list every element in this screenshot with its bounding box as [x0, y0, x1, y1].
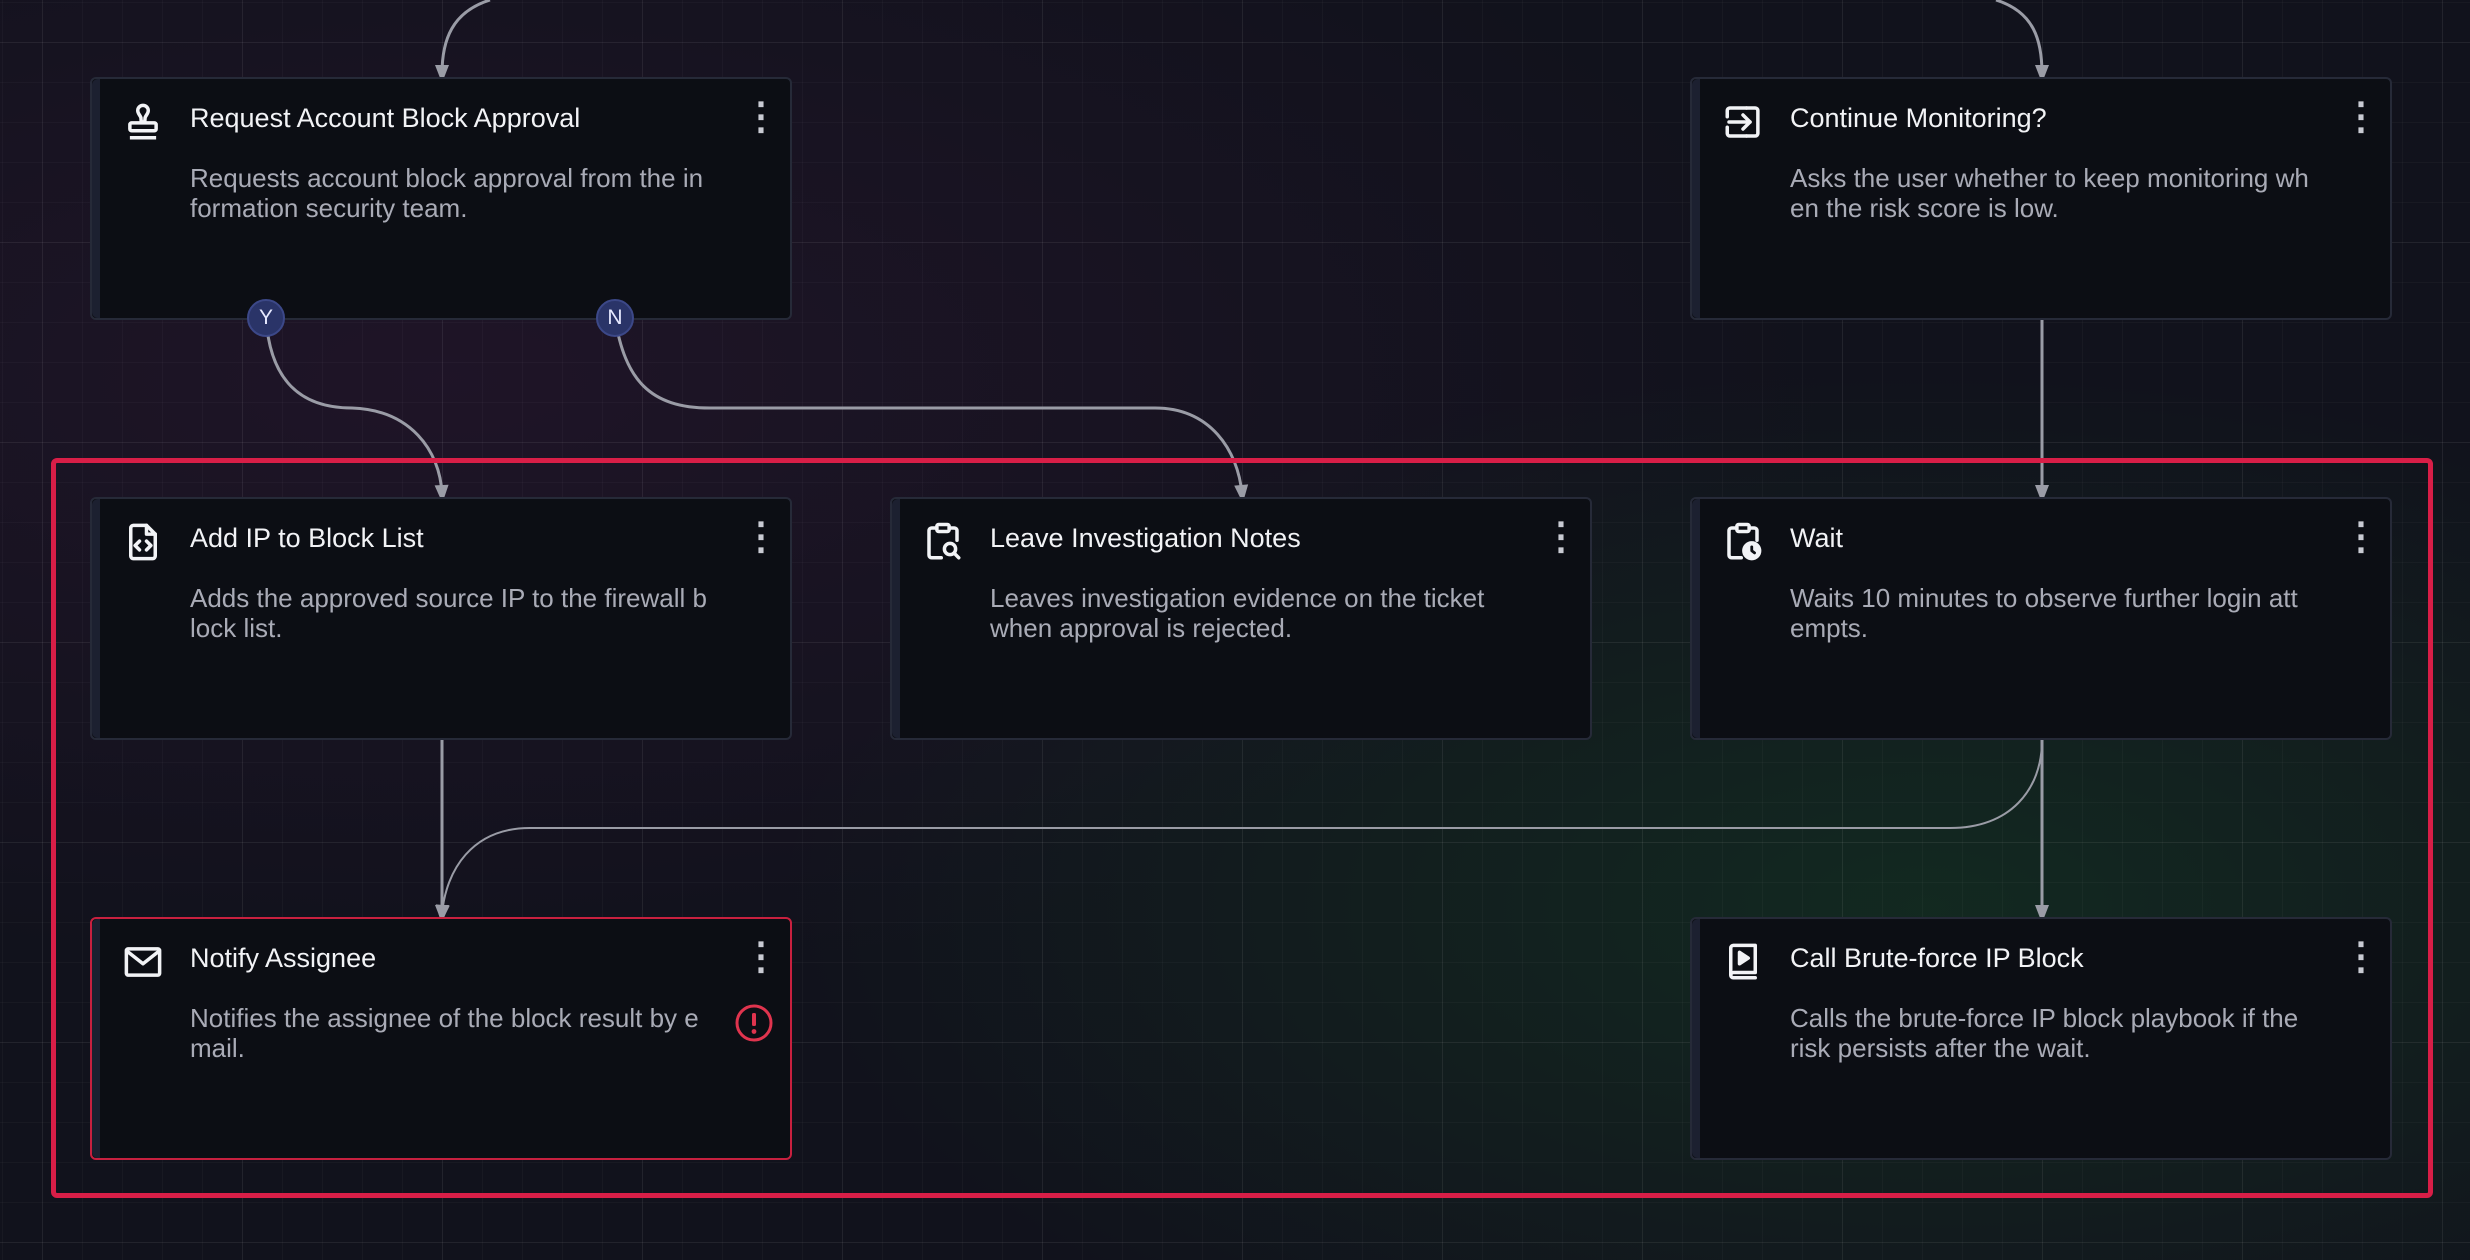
node-menu-button[interactable]: ⋮: [2342, 937, 2380, 981]
node-menu-button[interactable]: ⋮: [742, 97, 780, 141]
node-title: Continue Monitoring?: [1790, 103, 2047, 133]
node-add-ip-to-block-list[interactable]: Add IP to Block List Adds the approved s…: [90, 497, 792, 740]
stamp-icon: [122, 101, 164, 143]
error-alert-icon[interactable]: [734, 1003, 774, 1043]
edge-incoming-request: [435, 0, 491, 83]
node-menu-button[interactable]: ⋮: [2342, 97, 2380, 141]
code-file-icon: [122, 521, 164, 563]
node-description: Asks the user whether to keep monitoring…: [1790, 163, 2309, 223]
arrow-into-box-icon: [1722, 101, 1764, 143]
node-notify-assignee[interactable]: Notify Assignee Notifies the assignee of…: [90, 917, 792, 1160]
node-menu-button[interactable]: ⋮: [1542, 517, 1580, 561]
port-no[interactable]: N: [596, 299, 634, 337]
node-title: Add IP to Block List: [190, 523, 424, 553]
node-menu-button[interactable]: ⋮: [742, 517, 780, 561]
node-wait[interactable]: Wait Waits 10 minutes to observe further…: [1690, 497, 2392, 740]
node-title: Notify Assignee: [190, 943, 377, 973]
node-description: Requests account block approval from the…: [190, 163, 704, 223]
node-description: Leaves investigation evidence on the tic…: [990, 583, 1485, 643]
node-request-account-block-approval[interactable]: Request Account Block Approval Requests …: [90, 77, 792, 320]
node-menu-button[interactable]: ⋮: [2342, 517, 2380, 561]
node-call-brute-force-ip-block[interactable]: Call Brute-force IP Block Calls the brut…: [1690, 917, 2392, 1160]
node-leave-investigation-notes[interactable]: Leave Investigation Notes Leaves investi…: [890, 497, 1592, 740]
node-description: Calls the brute-force IP block playbook …: [1790, 1003, 2299, 1063]
port-yes[interactable]: Y: [247, 299, 285, 337]
node-description: Adds the approved source IP to the firew…: [190, 583, 707, 643]
node-title: Leave Investigation Notes: [990, 523, 1301, 553]
node-description: Waits 10 minutes to observe further logi…: [1790, 583, 2298, 643]
node-description: Notifies the assignee of the block resul…: [190, 1003, 699, 1063]
edge-incoming-monitoring: [1995, 0, 2049, 83]
envelope-icon: [122, 941, 164, 983]
node-continue-monitoring[interactable]: Continue Monitoring? Asks the user wheth…: [1690, 77, 2392, 320]
clipboard-clock-icon: [1722, 521, 1764, 563]
node-title: Request Account Block Approval: [190, 103, 581, 133]
node-menu-button[interactable]: ⋮: [742, 937, 780, 981]
node-title: Call Brute-force IP Block: [1790, 943, 2084, 973]
node-title: Wait: [1790, 523, 1843, 553]
clipboard-search-icon: [922, 521, 964, 563]
playbook-icon: [1722, 941, 1764, 983]
